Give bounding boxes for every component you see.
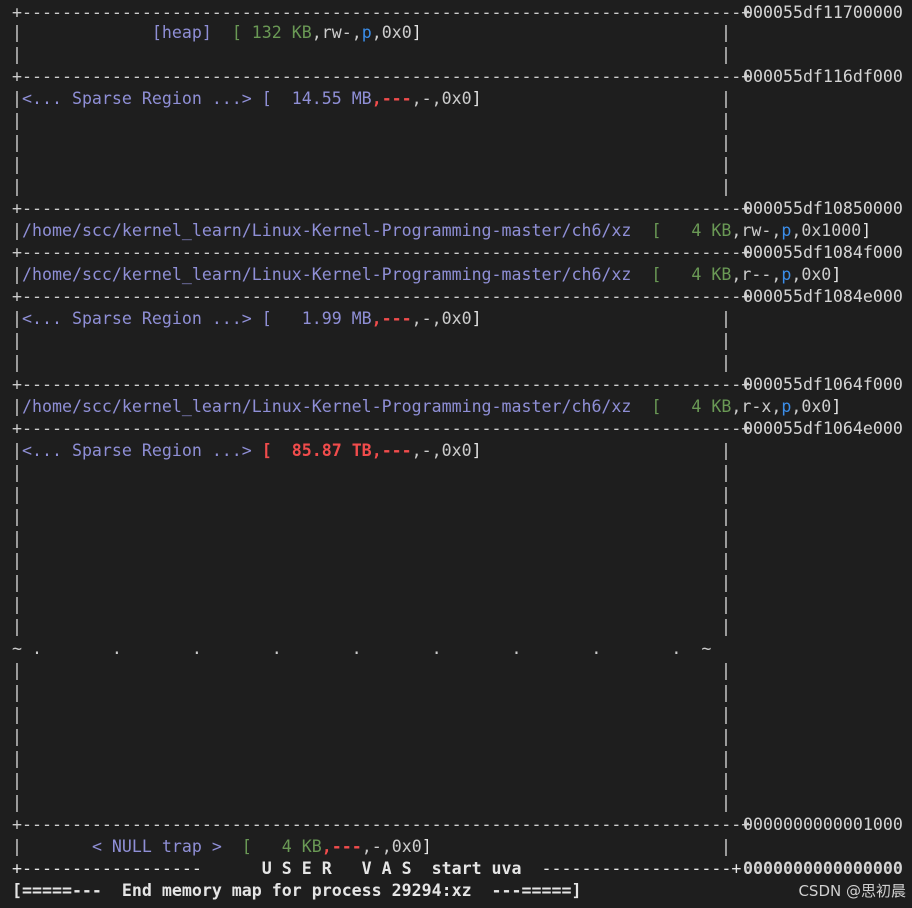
separator-line: +---------------------------------------…	[12, 67, 752, 86]
separator-line: +---------------------------------------…	[12, 419, 752, 438]
border-pipe: |	[721, 331, 731, 350]
watermark: CSDN @思初晨	[798, 882, 906, 900]
border-pipe: |	[12, 595, 22, 614]
border-pipe: |	[721, 111, 731, 130]
address-label: 0000000000000000	[743, 859, 903, 878]
border-pipe: |	[721, 441, 731, 460]
separator-line: +---------------------------------------…	[12, 287, 752, 306]
heap-row: | [heap] [ 132 KB,rw-,p,0x0]	[12, 23, 422, 42]
file-mapping-row: |/home/scc/kernel_learn/Linux-Kernel-Pro…	[12, 265, 842, 284]
address-label: 000055df10850000	[743, 199, 903, 218]
terminal-output: +---------------------------------------…	[0, 0, 912, 908]
address-label: 000055df1064f000	[743, 375, 903, 394]
separator-line: +---------------------------------------…	[12, 815, 752, 834]
border-pipe: |	[12, 155, 22, 174]
border-pipe: |	[721, 353, 731, 372]
border-pipe: |	[721, 749, 731, 768]
border-pipe: |	[721, 177, 731, 196]
border-pipe: |	[721, 485, 731, 504]
border-pipe: |	[12, 793, 22, 812]
border-pipe: |	[721, 155, 731, 174]
border-pipe: |	[12, 463, 22, 482]
border-pipe: |	[721, 595, 731, 614]
file-mapping-row: |/home/scc/kernel_learn/Linux-Kernel-Pro…	[12, 221, 872, 240]
heap-label: [heap]	[151, 23, 212, 42]
sparse-region-row: |<... Sparse Region ...> [ 1.99 MB,---,-…	[12, 309, 482, 328]
border-pipe: |	[12, 661, 22, 680]
border-pipe: |	[721, 309, 731, 328]
separator-line: +---------------------------------------…	[12, 243, 752, 262]
border-pipe: |	[721, 573, 731, 592]
address-label: 0000000000001000	[743, 815, 903, 834]
border-pipe: |	[721, 463, 731, 482]
border-pipe: |	[721, 705, 731, 724]
address-label: 000055df11700000	[743, 3, 903, 22]
end-banner: [=====--- End memory map for process 292…	[12, 881, 582, 900]
border-pipe: |	[12, 177, 22, 196]
sparse-region-row: |<... Sparse Region ...> [ 85.87 TB,---,…	[12, 441, 482, 460]
address-label: 000055df1064e000	[743, 419, 903, 438]
border-pipe: |	[721, 45, 731, 64]
border-pipe: |	[12, 727, 22, 746]
border-pipe: |	[721, 683, 731, 702]
border-pipe: |	[12, 507, 22, 526]
separator-line: +---------------------------------------…	[12, 199, 752, 218]
border-pipe: |	[721, 529, 731, 548]
border-pipe: |	[721, 793, 731, 812]
border-pipe: |	[721, 133, 731, 152]
border-pipe: |	[12, 771, 22, 790]
user-vas-row: +------------------ U S E R V A S start …	[12, 859, 742, 878]
border-pipe: |	[12, 529, 22, 548]
border-pipe: |	[721, 661, 731, 680]
heap-size: 132 KB	[251, 23, 312, 42]
border-pipe: |	[12, 485, 22, 504]
border-pipe: |	[12, 111, 22, 130]
border-pipe: |	[12, 749, 22, 768]
address-label: 000055df1084e000	[743, 287, 903, 306]
border-pipe: |	[721, 837, 731, 856]
border-pipe: |	[12, 45, 22, 64]
border-pipe: |	[721, 727, 731, 746]
border-pipe: |	[721, 551, 731, 570]
border-pipe: |	[12, 331, 22, 350]
border-pipe: |	[721, 23, 731, 42]
border-pipe: |	[721, 507, 731, 526]
border-pipe: |	[721, 771, 731, 790]
separator-line: +---------------------------------------…	[12, 3, 752, 22]
border-pipe: |	[721, 89, 731, 108]
address-label: 000055df1084f000	[743, 243, 903, 262]
elision-dots: ~ . . . . . . . . . ~	[12, 639, 712, 658]
border-pipe: |	[12, 705, 22, 724]
null-trap-row: | < NULL trap > [ 4 KB,---,-,0x0]	[12, 837, 432, 856]
border-pipe: |	[12, 133, 22, 152]
border-pipe: |	[12, 573, 22, 592]
file-mapping-row: |/home/scc/kernel_learn/Linux-Kernel-Pro…	[12, 397, 842, 416]
border-pipe: |	[12, 683, 22, 702]
border-pipe: |	[12, 353, 22, 372]
address-label: 000055df116df000	[743, 67, 903, 86]
border-pipe: |	[12, 617, 22, 636]
sparse-region-row: |<... Sparse Region ...> [ 14.55 MB,---,…	[12, 89, 482, 108]
separator-line: +---------------------------------------…	[12, 375, 752, 394]
border-pipe: |	[12, 551, 22, 570]
border-pipe: |	[721, 617, 731, 636]
